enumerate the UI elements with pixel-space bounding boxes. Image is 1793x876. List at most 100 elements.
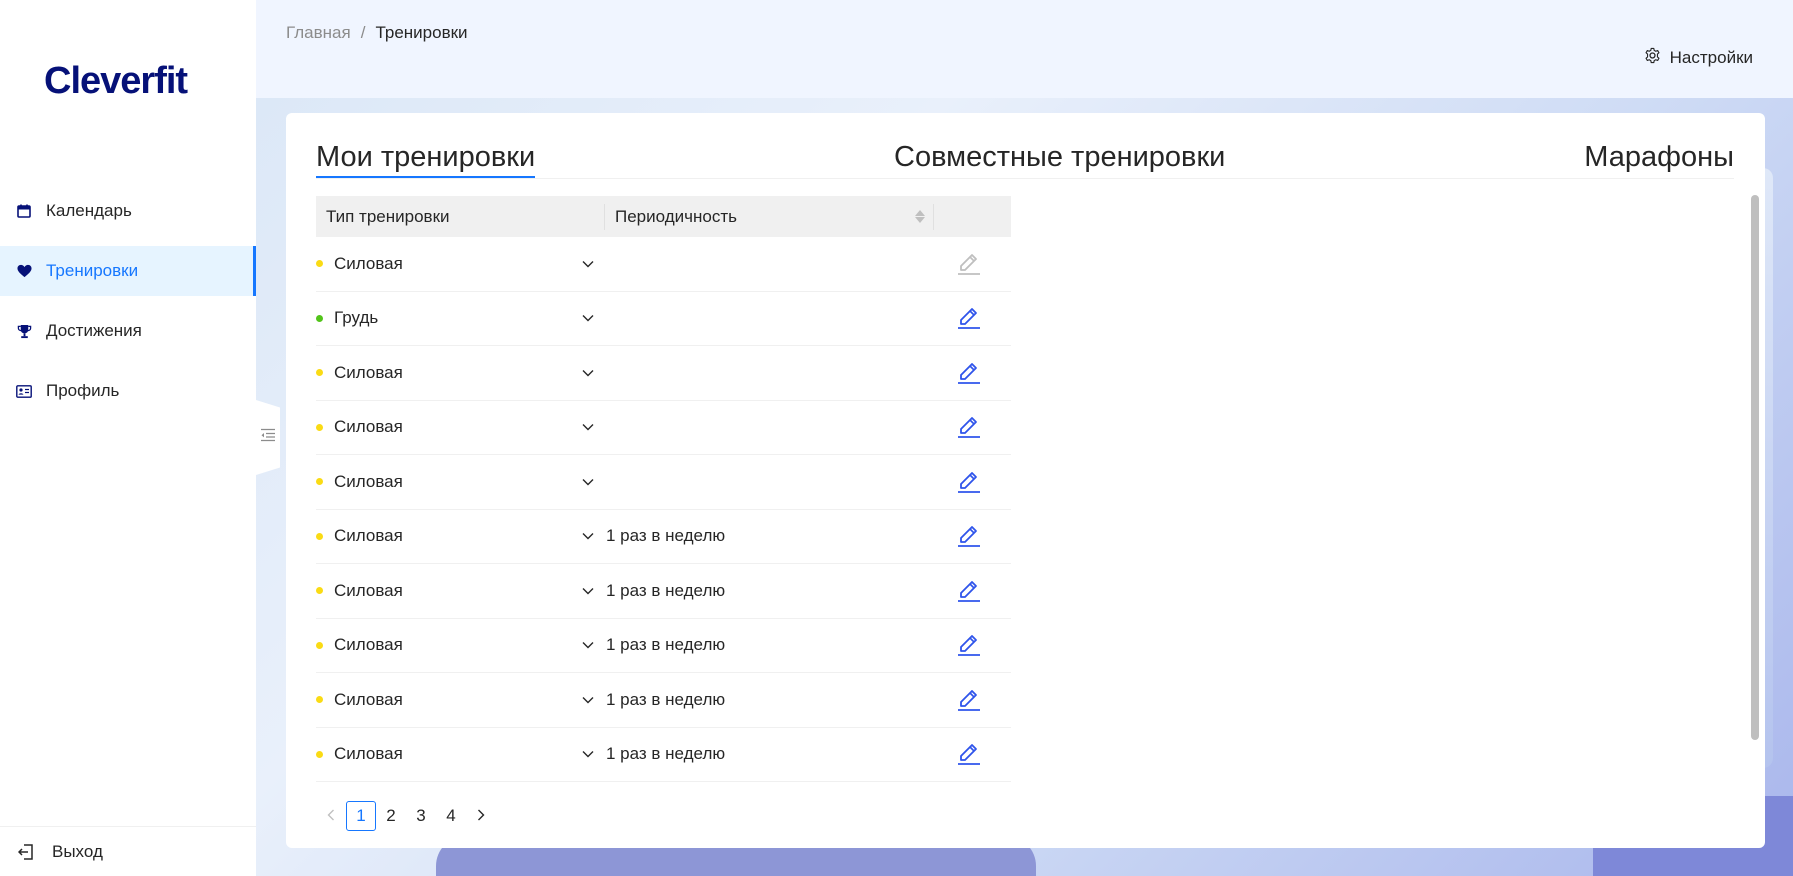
- logo[interactable]: Cleverfit: [44, 60, 188, 103]
- settings-label: Настройки: [1669, 48, 1753, 67]
- status-dot: [316, 478, 323, 486]
- chevron-down-icon[interactable]: [581, 584, 595, 598]
- chevron-down-icon[interactable]: [581, 311, 595, 325]
- table-row: Силовая 1 раз в неделю: [316, 564, 1011, 619]
- workout-type-label: Силовая: [334, 689, 403, 709]
- pagination-page-4[interactable]: 4: [436, 801, 466, 831]
- sidebar-item-label: Профиль: [46, 381, 120, 400]
- chevron-down-icon[interactable]: [581, 257, 595, 271]
- edit-icon[interactable]: [956, 523, 982, 549]
- workout-period: 1 раз в неделю: [606, 635, 726, 655]
- table-row: Силовая: [316, 237, 1011, 292]
- breadcrumb: Главная / Тренировки: [286, 23, 468, 43]
- breadcrumb-current: Тренировки: [375, 23, 468, 42]
- status-dot: [316, 314, 323, 322]
- edit-icon[interactable]: [956, 414, 982, 440]
- edit-icon[interactable]: [956, 578, 982, 604]
- workout-type: Силовая: [316, 690, 581, 710]
- chevron-down-icon[interactable]: [581, 638, 595, 652]
- pagination-page-3[interactable]: 3: [406, 801, 436, 831]
- chevron-left-icon: [327, 806, 335, 826]
- chevron-down-icon[interactable]: [581, 420, 595, 434]
- workout-type-label: Силовая: [334, 635, 403, 655]
- sidebar-item-achievements[interactable]: Достижения: [0, 306, 256, 356]
- workout-type: Силовая: [316, 526, 581, 546]
- workout-type: Силовая: [316, 417, 581, 437]
- column-header-label: Периодичность: [615, 206, 737, 226]
- chevron-down-icon[interactable]: [581, 366, 595, 380]
- chevron-down-icon[interactable]: [581, 693, 595, 707]
- edit-icon[interactable]: [956, 360, 982, 386]
- workout-type-label: Силовая: [334, 580, 403, 600]
- table-row: Силовая 1 раз в неделю: [316, 728, 1011, 782]
- chevron-right-icon: [477, 806, 485, 826]
- workout-period: 1 раз в неделю: [606, 744, 726, 764]
- tab-my-workouts[interactable]: Мои тренировки: [316, 141, 536, 178]
- table-row: Грудь: [316, 292, 1011, 346]
- calendar-icon: [16, 203, 32, 219]
- sort-icon[interactable]: [915, 210, 925, 223]
- status-dot: [316, 750, 323, 758]
- table-body: Силовая Грудь Силовая Силовая Силовая Силовая…: [316, 237, 1011, 782]
- status-dot: [316, 532, 323, 540]
- edit-icon[interactable]: [956, 687, 982, 713]
- menu-fold-icon: [260, 428, 276, 447]
- pagination-page-2[interactable]: 2: [376, 801, 406, 831]
- sidebar-item-calendar[interactable]: Календарь: [0, 186, 256, 236]
- column-header-label: Тип тренировки: [326, 206, 450, 226]
- workouts-card: Мои тренировки Совместные тренировки Мар…: [286, 113, 1765, 848]
- column-header-period[interactable]: Периодичность: [605, 203, 934, 230]
- workout-type: Силовая: [316, 744, 581, 764]
- workout-type-label: Силовая: [334, 362, 403, 382]
- chevron-down-icon[interactable]: [581, 475, 595, 489]
- workout-period: 1 раз в неделю: [606, 526, 726, 546]
- edit-icon[interactable]: [956, 469, 982, 495]
- tab-marathons[interactable]: Марафоны: [1584, 141, 1734, 174]
- workouts-table: Тип тренировки Периодичность Силовая Груд…: [316, 196, 1011, 782]
- table-header: Тип тренировки Периодичность: [316, 196, 1011, 237]
- chevron-down-icon[interactable]: [581, 747, 595, 761]
- tabs: Мои тренировки Совместные тренировки Мар…: [316, 141, 1734, 179]
- workout-type: Силовая: [316, 472, 581, 492]
- sidebar-collapse-toggle[interactable]: [256, 400, 280, 475]
- pagination-prev-button[interactable]: [316, 801, 346, 831]
- gear-icon: [1644, 47, 1661, 69]
- scrollbar[interactable]: [1751, 195, 1759, 740]
- sidebar-item-workouts[interactable]: Тренировки: [0, 246, 256, 296]
- sidebar-item-label: Достижения: [46, 321, 142, 340]
- exit-button[interactable]: Выход: [0, 826, 256, 876]
- workout-type-label: Силовая: [334, 526, 403, 546]
- pagination: 1 2 3 4: [316, 801, 496, 831]
- workout-type: Силовая: [316, 254, 581, 274]
- status-dot: [316, 260, 323, 268]
- breadcrumb-home[interactable]: Главная: [286, 23, 351, 42]
- table-row: Силовая 1 раз в неделю: [316, 673, 1011, 728]
- sidebar-nav: Календарь Тренировки Достижения Профиль: [0, 186, 256, 426]
- trophy-icon: [16, 323, 32, 339]
- table-row: Силовая: [316, 455, 1011, 510]
- edit-icon[interactable]: [956, 632, 982, 658]
- edit-icon[interactable]: [956, 251, 982, 277]
- table-row: Силовая: [316, 346, 1011, 401]
- edit-icon[interactable]: [956, 305, 982, 331]
- settings-button[interactable]: Настройки: [1644, 47, 1753, 69]
- pagination-next-button[interactable]: [466, 801, 496, 831]
- chevron-down-icon[interactable]: [581, 529, 595, 543]
- sidebar-item-label: Тренировки: [46, 261, 139, 280]
- logout-icon: [18, 843, 34, 860]
- sidebar-item-label: Календарь: [46, 201, 132, 220]
- table-row: Силовая 1 раз в неделю: [316, 619, 1011, 673]
- status-dot: [316, 641, 323, 649]
- header: Главная / Тренировки Настройки: [256, 0, 1793, 98]
- sidebar-item-profile[interactable]: Профиль: [0, 366, 256, 416]
- workout-type-label: Силовая: [334, 253, 403, 273]
- workout-type-label: Силовая: [334, 471, 403, 491]
- edit-icon[interactable]: [956, 741, 982, 767]
- breadcrumb-separator: /: [360, 23, 366, 42]
- workout-type-label: Грудь: [334, 308, 379, 328]
- status-dot: [316, 696, 323, 704]
- status-dot: [316, 587, 323, 595]
- tab-joint-workouts[interactable]: Совместные тренировки: [894, 141, 1225, 174]
- table-row: Силовая 1 раз в неделю: [316, 510, 1011, 564]
- pagination-page-1[interactable]: 1: [346, 801, 376, 831]
